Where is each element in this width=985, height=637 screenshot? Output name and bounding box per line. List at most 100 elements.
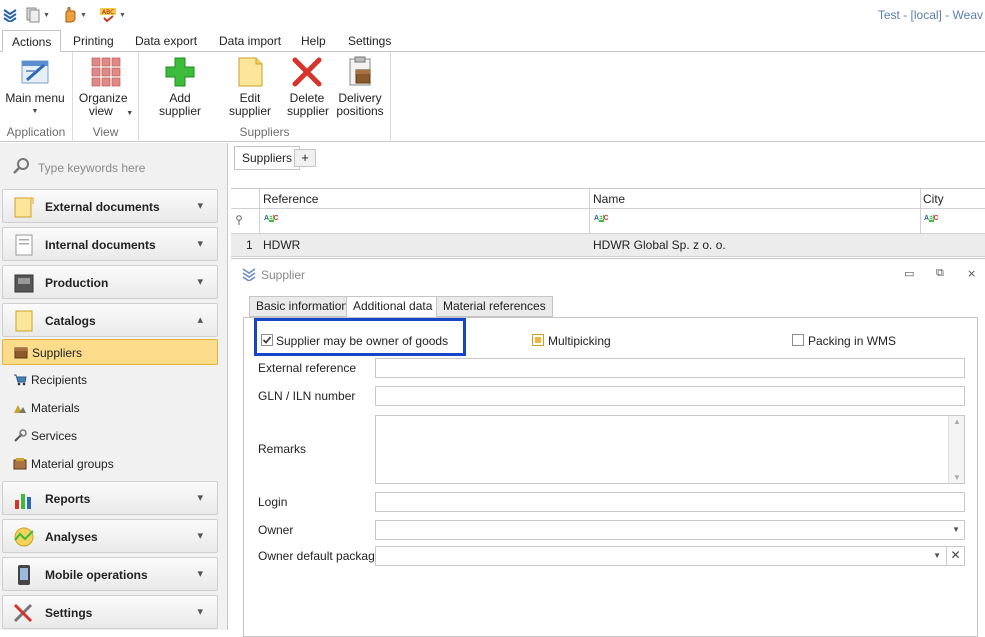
nav-group-catalogs[interactable]: Catalogs ▴ xyxy=(2,303,218,337)
cell-reference[interactable]: HDWR xyxy=(263,238,300,252)
checkmark-icon xyxy=(262,336,272,344)
remarks-label: Remarks xyxy=(258,442,307,456)
column-header-city[interactable]: City xyxy=(923,192,944,206)
ribbon-tab-bar: Actions Printing Data export Data import… xyxy=(0,30,985,53)
window-title: Test - [local] - Weav xyxy=(877,8,983,22)
column-header-name[interactable]: Name xyxy=(593,192,625,206)
nav-group-reports[interactable]: Reports ▾ xyxy=(2,481,218,515)
mobile-device-icon xyxy=(18,565,30,585)
hand-tool-icon[interactable]: ▼ xyxy=(63,6,87,24)
svg-text:ABC: ABC xyxy=(102,9,114,16)
wrench-icon xyxy=(14,429,27,442)
sidebar-search[interactable]: Type keywords here xyxy=(8,153,220,179)
sidebar-item-material-groups[interactable]: Material groups xyxy=(2,451,218,477)
nav-group-settings[interactable]: Settings ▾ xyxy=(2,595,218,629)
chevron-up-icon: ▴ xyxy=(197,314,203,326)
gln-iln-field[interactable] xyxy=(375,386,965,406)
supplier-box-icon xyxy=(14,347,28,359)
nav-group-external-documents[interactable]: External documents ▾ xyxy=(2,189,218,223)
chevron-down-icon: ▾ xyxy=(197,606,203,618)
owner-label: Owner xyxy=(258,523,294,537)
spellcheck-icon[interactable]: ABC ▼ xyxy=(100,6,126,24)
navigation-sidebar: Type keywords here External documents ▾ … xyxy=(0,143,228,630)
recipient-cart-icon xyxy=(14,374,27,386)
owner-of-goods-label: Supplier may be owner of goods xyxy=(276,334,449,348)
document-tab-bar: Suppliers + xyxy=(231,146,985,170)
owner-dropdown[interactable]: ▼ xyxy=(375,520,965,540)
main-menu-button[interactable]: Main menu ▼ xyxy=(4,56,66,118)
edit-supplier-button[interactable]: Edit supplier xyxy=(218,56,282,118)
add-tab-button[interactable]: + xyxy=(294,149,316,167)
scroll-up-icon[interactable]: ▲ xyxy=(953,417,961,426)
supplier-panel-logo-icon xyxy=(242,268,256,281)
gln-iln-label: GLN / ILN number xyxy=(258,389,356,403)
packing-in-wms-label: Packing in WMS xyxy=(808,334,897,348)
column-header-reference[interactable]: Reference xyxy=(263,192,318,206)
nav-group-internal-documents[interactable]: Internal documents ▾ xyxy=(2,227,218,261)
chevron-down-icon[interactable]: ▼ xyxy=(952,525,960,534)
tab-basic-information[interactable]: Basic information xyxy=(249,296,356,317)
tab-additional-data[interactable]: Additional data xyxy=(346,296,440,318)
nav-group-analyses[interactable]: Analyses ▾ xyxy=(2,519,218,553)
chevron-down-icon: ▾ xyxy=(197,568,203,580)
delete-supplier-button[interactable]: Delete supplier xyxy=(284,56,330,118)
sidebar-item-recipients[interactable]: Recipients xyxy=(2,367,218,393)
organize-view-dropdown-icon: ▼ xyxy=(126,110,134,117)
ribbon-tab-printing[interactable]: Printing xyxy=(64,30,123,52)
login-field[interactable] xyxy=(375,492,965,512)
delivery-clipboard-icon xyxy=(344,56,376,88)
app-logo-icon[interactable] xyxy=(3,6,17,24)
owner-of-goods-checkbox[interactable] xyxy=(261,334,273,346)
search-icon xyxy=(13,158,29,174)
filter-pin-icon[interactable] xyxy=(235,215,243,225)
nav-group-mobile-operations[interactable]: Mobile operations ▾ xyxy=(2,557,218,591)
tab-material-references[interactable]: Material references xyxy=(436,296,553,317)
delivery-positions-button[interactable]: Delivery positions xyxy=(332,56,388,118)
row-number: 1 xyxy=(246,238,253,252)
close-icon[interactable]: ⨯ xyxy=(967,267,976,280)
remarks-textarea[interactable]: ▲ ▼ xyxy=(375,415,965,484)
filter-name-icon[interactable]: ABC xyxy=(594,215,609,222)
clear-x-icon[interactable]: ✕ xyxy=(946,547,964,565)
ribbon-group-application: Main menu ▼ Application xyxy=(0,52,73,142)
restore-icon[interactable]: ⧉ xyxy=(936,267,944,280)
organize-view-button[interactable]: Organize view ▼ xyxy=(76,56,136,120)
ribbon-group-view: Organize view ▼ View xyxy=(73,52,139,142)
title-bar: ▼ ▼ ABC ▼ Test - [local] - Weav xyxy=(0,0,985,30)
cell-name[interactable]: HDWR Global Sp. z o. o. xyxy=(593,238,726,252)
scroll-down-icon[interactable]: ▼ xyxy=(953,473,961,482)
ribbon-tab-data-export[interactable]: Data export xyxy=(126,30,206,52)
document-menu-icon[interactable]: ▼ xyxy=(26,6,50,24)
filter-reference-icon[interactable]: ABC xyxy=(264,215,279,222)
packing-in-wms-checkbox[interactable] xyxy=(792,334,804,346)
minimize-icon[interactable]: ▭ xyxy=(904,267,914,280)
ribbon-tab-settings[interactable]: Settings xyxy=(339,30,400,52)
edit-document-icon xyxy=(234,56,266,88)
multipicking-checkbox[interactable] xyxy=(532,334,544,346)
analyses-icon xyxy=(14,527,34,547)
chevron-down-icon[interactable]: ▼ xyxy=(933,551,941,560)
organize-view-icon xyxy=(90,56,122,88)
filter-city-icon[interactable]: ABC xyxy=(924,215,939,222)
tab-suppliers[interactable]: Suppliers xyxy=(234,146,301,170)
sidebar-item-suppliers[interactable]: Suppliers xyxy=(2,339,218,365)
sidebar-item-services[interactable]: Services xyxy=(2,423,218,449)
indeterminate-mark xyxy=(535,337,541,343)
owner-default-package-dropdown[interactable]: ▼ ✕ xyxy=(375,546,965,566)
chevron-down-icon: ▾ xyxy=(197,492,203,504)
ribbon-tab-data-import[interactable]: Data import xyxy=(210,30,290,52)
owner-default-package-label: Owner default package xyxy=(258,549,382,563)
multipicking-label: Multipicking xyxy=(548,334,611,348)
table-row[interactable]: 1 HDWR HDWR Global Sp. z o. o. xyxy=(231,234,985,256)
login-label: Login xyxy=(258,495,288,509)
add-supplier-button[interactable]: Add supplier xyxy=(148,56,212,118)
ribbon-tab-help[interactable]: Help xyxy=(292,30,335,52)
remarks-scrollbar[interactable]: ▲ ▼ xyxy=(948,416,964,483)
sidebar-item-materials[interactable]: Materials xyxy=(2,395,218,421)
external-reference-field[interactable] xyxy=(375,358,965,378)
search-input[interactable]: Type keywords here xyxy=(38,161,145,175)
ribbon-group-suppliers: Add supplier Edit supplier Delete suppli… xyxy=(139,52,391,142)
main-menu-dropdown-icon: ▼ xyxy=(31,108,39,115)
ribbon-tab-actions[interactable]: Actions xyxy=(2,30,62,53)
nav-group-production[interactable]: Production ▾ xyxy=(2,265,218,299)
